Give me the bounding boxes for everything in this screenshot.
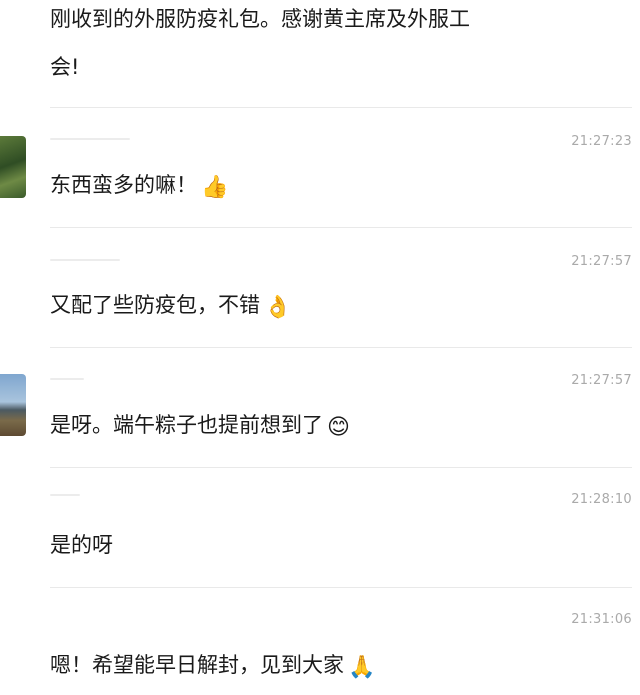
message-timestamp: 21:27:57 bbox=[571, 373, 632, 388]
message-text: 是呀。端午粽子也提前想到了 😊 bbox=[50, 410, 350, 443]
message-text: 又配了些防疫包，不错 👌 bbox=[50, 290, 291, 323]
message-body: 东西蛮多的嘛！ bbox=[50, 173, 197, 197]
message-divider bbox=[50, 587, 632, 588]
message-text: 东西蛮多的嘛！ 👍 bbox=[50, 170, 228, 203]
message-text: 嗯！希望能早日解封，见到大家 🙏 bbox=[50, 650, 375, 683]
message-text: 刚收到的外服防疫礼包。感谢黄主席及外服工 bbox=[50, 7, 470, 31]
message-divider bbox=[50, 467, 632, 468]
message-divider bbox=[50, 227, 632, 228]
sender-name bbox=[50, 259, 120, 261]
message-body: 是的呀 bbox=[50, 533, 113, 557]
message-text: 是的呀 bbox=[50, 530, 113, 561]
message-body: 又配了些防疫包，不错 bbox=[50, 293, 260, 317]
sender-name bbox=[50, 494, 80, 496]
message-body: 是呀。端午粽子也提前想到了 bbox=[50, 413, 323, 437]
praying-hands-icon: 🙏 bbox=[348, 655, 376, 680]
message-text-continued: 会! bbox=[50, 55, 80, 79]
sender-name bbox=[50, 138, 130, 140]
thumbs-up-icon: 👍 bbox=[201, 175, 229, 200]
user-avatar[interactable] bbox=[0, 374, 26, 436]
message-divider bbox=[50, 347, 632, 348]
message-divider bbox=[50, 107, 632, 108]
message-timestamp: 21:28:10 bbox=[571, 492, 632, 507]
user-avatar[interactable] bbox=[0, 136, 26, 198]
message-body: 嗯！希望能早日解封，见到大家 bbox=[50, 653, 344, 677]
message-timestamp: 21:27:23 bbox=[571, 134, 632, 149]
message-timestamp: 21:27:57 bbox=[571, 254, 632, 269]
ok-hand-icon: 👌 bbox=[264, 295, 292, 320]
sender-name bbox=[50, 378, 84, 380]
message-timestamp: 21:31:06 bbox=[571, 612, 632, 627]
smiling-face-icon: 😊 bbox=[327, 415, 350, 440]
